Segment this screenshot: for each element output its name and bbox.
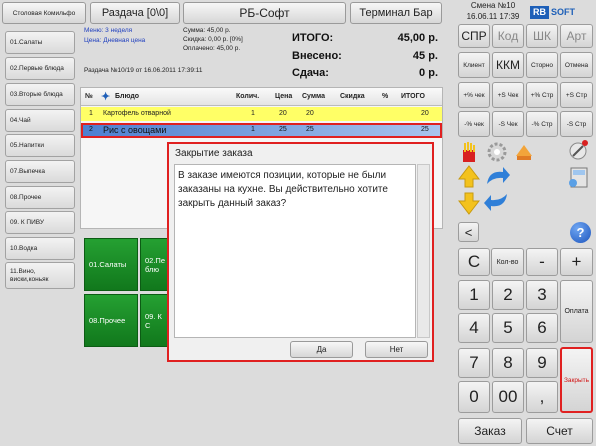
- up-down-arrow-icon[interactable]: [457, 165, 481, 215]
- header-price: Цена: [275, 93, 293, 100]
- client-button[interactable]: Клиент: [458, 52, 490, 78]
- minus-sum-check-button[interactable]: -S Чек: [492, 111, 524, 137]
- barcode-button[interactable]: ШК: [526, 24, 558, 48]
- category-button[interactable]: 04.Чай: [5, 109, 75, 132]
- digit-7-button[interactable]: 7: [458, 348, 490, 378]
- header-total: ИТОГО: [401, 93, 425, 100]
- category-button[interactable]: 07.Выпечка: [5, 160, 75, 183]
- double-zero-button[interactable]: 00: [492, 381, 524, 413]
- digit-4-button[interactable]: 4: [458, 313, 490, 343]
- plus-pct-line-button[interactable]: +% Стр: [526, 82, 558, 108]
- category-button[interactable]: 11.Вино, виски,коньяк: [5, 262, 75, 289]
- quantity-button[interactable]: Кол-во: [491, 248, 524, 276]
- paid-label: Оплачено: 45,00 р.: [183, 45, 241, 52]
- change-value: 0 р.: [419, 67, 438, 79]
- digit-2-button[interactable]: 2: [492, 280, 524, 310]
- minus-button[interactable]: -: [526, 248, 558, 276]
- refresh-arrows-icon[interactable]: [483, 166, 511, 212]
- digit-8-button[interactable]: 8: [492, 348, 524, 378]
- price-label: Цена: Дневная цена: [84, 37, 146, 44]
- category-button[interactable]: 03.Вторые блюда: [5, 83, 75, 106]
- digit-1-button[interactable]: 1: [458, 280, 490, 310]
- deposited-value: 45 р.: [412, 50, 438, 62]
- order-button[interactable]: Заказ: [458, 418, 522, 444]
- digit-0-button[interactable]: 0: [458, 381, 490, 413]
- plus-sum-check-button[interactable]: +S Чек: [492, 82, 524, 108]
- menu-tile[interactable]: 09. К С: [140, 294, 168, 347]
- header-no: №: [85, 93, 93, 100]
- header-discount: Скидка: [340, 93, 365, 100]
- dialog-message-box: В заказе имеются позиции, которые не был…: [174, 164, 416, 338]
- plus-sum-line-button[interactable]: +S Стр: [560, 82, 593, 108]
- gear-icon[interactable]: [486, 141, 508, 163]
- cancel-button[interactable]: Отмена: [560, 52, 593, 78]
- table-row[interactable]: 1 Картофель отварной 1 20 20 20: [81, 107, 442, 121]
- menu-tile[interactable]: 01.Салаты: [84, 238, 138, 291]
- store-button[interactable]: Столовая Комильфо: [2, 2, 86, 24]
- bill-button[interactable]: Счет: [526, 418, 593, 444]
- digit-5-button[interactable]: 5: [492, 313, 524, 343]
- total-value: 45,00 р.: [397, 32, 438, 44]
- menu-tile[interactable]: 08.Прочее: [84, 294, 138, 347]
- dispatch-button[interactable]: Раздача [0\0]: [90, 2, 180, 24]
- sum-label: Сумма: 45,00 р.: [183, 27, 231, 34]
- help-icon[interactable]: ?: [570, 222, 591, 243]
- fries-icon[interactable]: [458, 141, 480, 163]
- close-order-dialog: Закрытие заказа В заказе имеются позиции…: [167, 142, 434, 362]
- minus-pct-line-button[interactable]: -% Стр: [526, 111, 558, 137]
- satellite-icon[interactable]: [567, 138, 591, 162]
- change-label: Сдача:: [292, 67, 329, 79]
- table-row[interactable]: 2 Рис с овощами 1 25 25 25: [81, 123, 442, 138]
- category-button[interactable]: 05.Напитки: [5, 134, 75, 157]
- header-sum: Сумма: [302, 93, 326, 100]
- calculator-icon[interactable]: [567, 165, 591, 189]
- pay-button[interactable]: Оплата: [560, 280, 593, 343]
- table-header: № ✦ Блюдо Колич. Цена Сумма Скидка % ИТО…: [81, 88, 442, 106]
- plus-button[interactable]: +: [560, 248, 593, 276]
- terminal-button[interactable]: Терминал Бар: [350, 2, 442, 24]
- category-button[interactable]: 02.Первые блюда: [5, 57, 75, 80]
- minus-pct-check-button[interactable]: -% чек: [458, 111, 490, 137]
- kkm-button[interactable]: ККМ: [492, 52, 524, 78]
- datetime-label: 16.06.11 17:39: [466, 12, 520, 21]
- back-button[interactable]: <: [458, 222, 479, 242]
- close-order-button[interactable]: Закрыть: [560, 347, 593, 413]
- category-button[interactable]: 08.Прочее: [5, 186, 75, 209]
- app-title: РБ-Софт: [183, 2, 346, 24]
- shift-label: Смена №10: [470, 1, 516, 10]
- spr-button[interactable]: СПР: [458, 24, 490, 48]
- storno-button[interactable]: Сторно: [526, 52, 558, 78]
- digit-3-button[interactable]: 3: [526, 280, 558, 310]
- digit-9-button[interactable]: 9: [526, 348, 558, 378]
- yes-button[interactable]: Да: [290, 341, 353, 358]
- deposited-label: Внесено:: [292, 50, 342, 62]
- header-qty: Колич.: [236, 93, 260, 100]
- order-line: Раздача №10/19 от 16.06.2011 17:39:11: [84, 67, 203, 74]
- minus-sum-line-button[interactable]: -S Стр: [560, 111, 593, 137]
- menu-tile[interactable]: 02.Пе блю: [140, 238, 168, 291]
- dialog-title: Закрытие заказа: [175, 148, 253, 159]
- digit-6-button[interactable]: 6: [526, 313, 558, 343]
- clear-button[interactable]: C: [458, 248, 490, 276]
- category-button[interactable]: 09. К ПИВУ: [5, 211, 75, 234]
- plus-pct-check-button[interactable]: +% чек: [458, 82, 490, 108]
- header-dish: Блюдо: [115, 93, 140, 100]
- code-button[interactable]: Код: [492, 24, 524, 48]
- dialog-message: В заказе имеются позиции, которые не был…: [178, 170, 388, 209]
- header-pct: %: [382, 93, 389, 100]
- category-button[interactable]: 01.Салаты: [5, 31, 75, 54]
- dish-header-icon: ✦: [101, 91, 111, 103]
- category-button[interactable]: 10.Водка: [5, 237, 75, 260]
- no-button[interactable]: Нет: [365, 341, 428, 358]
- comma-button[interactable]: ,: [526, 381, 558, 413]
- article-button[interactable]: Арт: [560, 24, 593, 48]
- discount-label: Скидка: 0,00 р. [0%]: [183, 36, 243, 43]
- rbsoft-logo: RB SOFT: [530, 6, 590, 19]
- total-label: ИТОГО:: [292, 32, 334, 44]
- dialog-scrollbar[interactable]: [417, 164, 430, 338]
- food-icon[interactable]: [513, 141, 535, 163]
- menu-label: Меню: 3 неделя: [84, 27, 133, 34]
